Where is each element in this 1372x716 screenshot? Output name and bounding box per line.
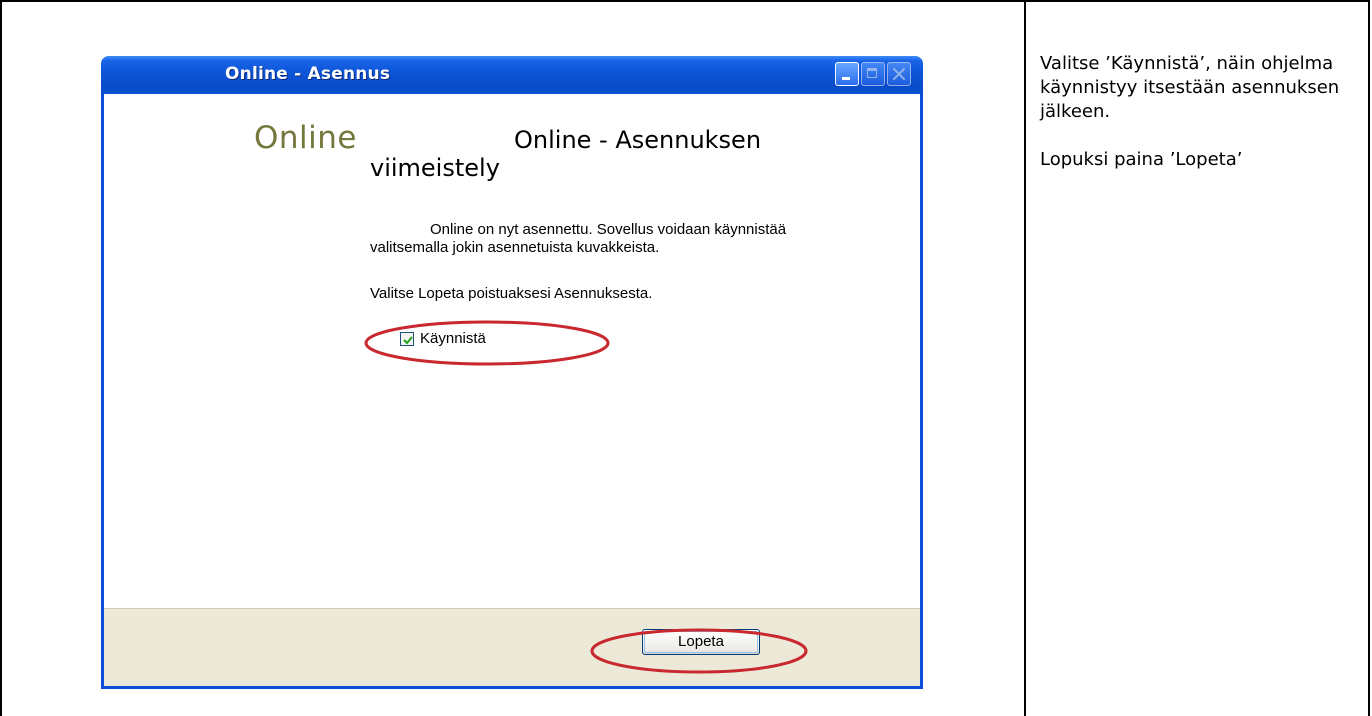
finish-button[interactable]: Lopeta: [642, 629, 760, 655]
table-divider: [1024, 0, 1026, 716]
finish-button-label: Lopeta: [678, 633, 724, 650]
page-heading: Online - Asennuksen: [514, 126, 762, 154]
maximize-icon: [861, 62, 885, 86]
launch-checkbox[interactable]: [400, 332, 414, 346]
page-heading-continued: viimeistely: [370, 154, 500, 182]
installer-window: Online - Asennus Online Online - Asennuk…: [101, 56, 923, 689]
instruction-paragraph-final: Lopuksi paina ’Lopeta’: [1040, 149, 1243, 170]
body-text-line1: Online on nyt asennettu. Sovellus voidaa…: [430, 221, 787, 238]
minimize-icon[interactable]: [835, 62, 859, 86]
launch-checkbox-label[interactable]: Käynnistä: [420, 330, 486, 347]
installer-footer: Lopeta: [104, 608, 920, 686]
window-titlebar[interactable]: Online - Asennus: [101, 56, 923, 94]
body-text-line3: Valitse Lopeta poistuaksesi Asennuksesta…: [370, 285, 653, 302]
close-icon: [887, 62, 911, 86]
screenshot-cell: Online - Asennus Online Online - Asennuk…: [0, 0, 1024, 716]
instruction-paragraph: Valitse ’Käynnistä’, näin ohjelma käynni…: [1040, 53, 1340, 122]
online-logo: Online: [254, 120, 357, 156]
body-text-line2: valitsemalla jokin asennetuista kuvakkei…: [370, 239, 660, 256]
installer-content: Online Online - Asennuksen viimeistely O…: [104, 94, 920, 608]
window-title: Online - Asennus: [225, 64, 391, 84]
instructions-cell: Valitse ’Käynnistä’, näin ohjelma käynni…: [1040, 52, 1360, 196]
checkmark-icon: [403, 336, 413, 345]
